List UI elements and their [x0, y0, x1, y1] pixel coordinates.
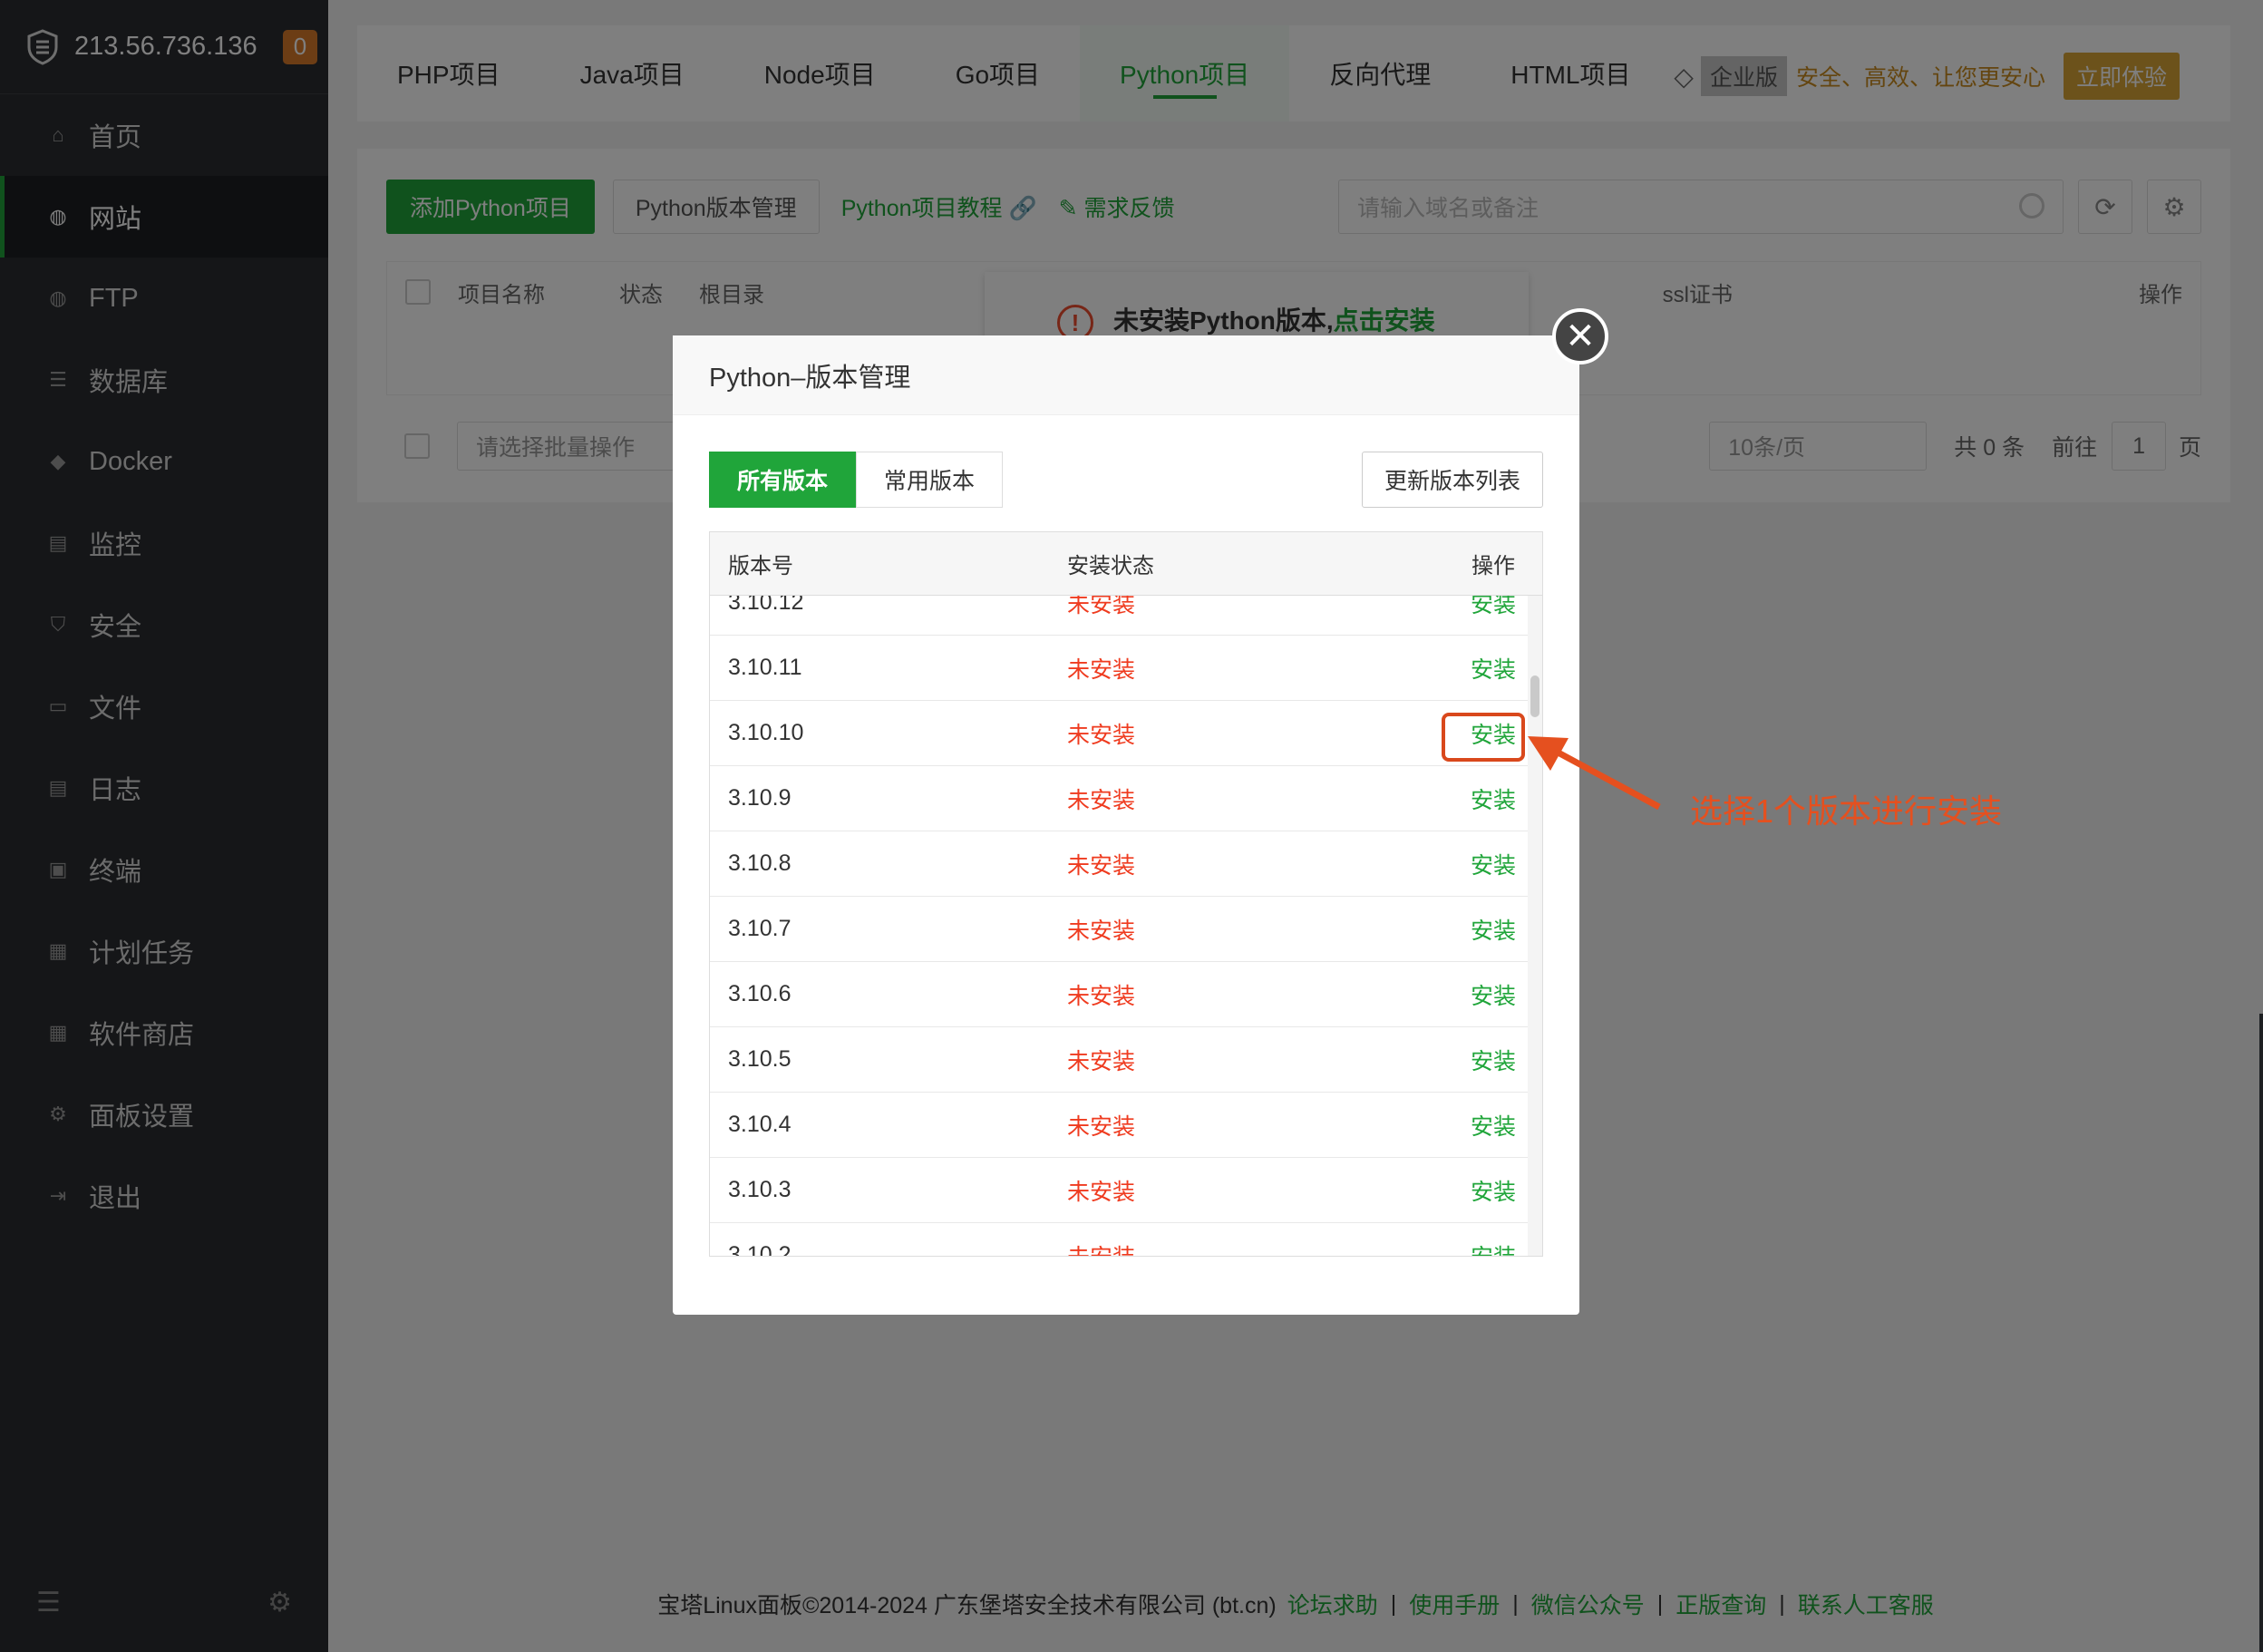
table-row: 3.10.3 未安装 安装 — [710, 1158, 1529, 1223]
status-cell: 未安装 — [1067, 1113, 1136, 1140]
version-table-body: 3.10.12 未安装 安装 3.10.11 未安装 安装 3.10.10 未安装 安装 3.10… — [710, 570, 1529, 1257]
version-cell: 3.10.10 — [728, 720, 804, 745]
install-button[interactable]: 安装 — [1394, 652, 1529, 685]
status-cell: 未安装 — [1067, 983, 1136, 1009]
table-row: 3.10.7 未安装 安装 — [710, 897, 1529, 962]
col-action: 操作 — [1471, 554, 1515, 578]
common-versions-tab[interactable]: 常用版本 — [856, 452, 1004, 508]
col-install-status: 安装状态 — [1067, 554, 1154, 578]
version-cell: 3.10.4 — [728, 1112, 792, 1137]
table-row: 3.10.11 未安装 安装 — [710, 636, 1529, 701]
status-cell: 未安装 — [1067, 1048, 1136, 1074]
install-button[interactable]: 安装 — [1394, 1174, 1529, 1207]
version-cell: 3.10.7 — [728, 916, 792, 941]
refresh-version-list-button[interactable]: 更新版本列表 — [1361, 452, 1543, 508]
table-row: 3.10.6 未安装 安装 — [710, 962, 1529, 1027]
table-scrollbar[interactable] — [1528, 596, 1542, 1256]
close-icon[interactable]: ✕ — [1552, 308, 1608, 364]
table-row: 3.10.9 未安装 安装 — [710, 766, 1529, 831]
status-cell: 未安装 — [1067, 1239, 1394, 1257]
status-cell: 未安装 — [1067, 852, 1136, 879]
status-cell: 未安装 — [1067, 722, 1136, 748]
status-cell: 未安装 — [1067, 656, 1136, 683]
status-cell: 未安装 — [1067, 787, 1136, 813]
install-button[interactable]: 安装 — [1394, 1239, 1529, 1257]
all-versions-tab[interactable]: 所有版本 — [709, 452, 857, 508]
table-row: 3.10.2 未安装安装 — [710, 1223, 1529, 1257]
version-cell: 3.10.6 — [728, 981, 792, 1006]
page-edge — [2259, 1014, 2263, 1652]
version-table: 版本号 安装状态 操作 3.10.12 未安装 安装 3.10.11 未安装 安装 3.10… — [709, 531, 1543, 1257]
table-row: 3.10.4 未安装 安装 — [710, 1093, 1529, 1158]
version-cell: 3.10.2 — [728, 1242, 792, 1257]
table-row: 3.10.8 未安装 安装 — [710, 831, 1529, 897]
version-filter: 所有版本 常用版本 — [709, 452, 1004, 508]
install-button[interactable]: 安装 — [1394, 1044, 1529, 1076]
scroll-thumb[interactable] — [1530, 675, 1539, 717]
python-version-modal: Python–版本管理 所有版本 常用版本 更新版本列表 版本号 安装状态 操作… — [673, 335, 1579, 1315]
install-button[interactable]: 安装 — [1394, 913, 1529, 946]
version-cell: 3.10.3 — [728, 1177, 792, 1202]
col-version: 版本号 — [728, 554, 793, 578]
version-cell: 3.10.5 — [728, 1046, 792, 1072]
install-highlight-box — [1442, 713, 1525, 762]
install-button[interactable]: 安装 — [1394, 782, 1529, 815]
modal-title: Python–版本管理 — [673, 335, 1579, 415]
version-cell: 3.10.9 — [728, 785, 792, 811]
install-button[interactable]: 安装 — [1394, 848, 1529, 880]
status-cell: 未安装 — [1067, 1179, 1136, 1205]
install-button[interactable]: 安装 — [1394, 1109, 1529, 1142]
annotation-arrow-icon — [1528, 736, 1661, 811]
table-row: 3.10.10 未安装 安装 — [710, 701, 1529, 766]
version-table-header: 版本号 安装状态 操作 — [710, 532, 1542, 596]
status-cell: 未安装 — [1067, 918, 1136, 944]
version-cell: 3.10.11 — [728, 655, 802, 680]
install-button[interactable]: 安装 — [1394, 978, 1529, 1011]
version-cell: 3.10.8 — [728, 850, 792, 876]
annotation-text: 选择1个版本进行安装 — [1690, 792, 2003, 830]
table-row: 3.10.5 未安装 安装 — [710, 1027, 1529, 1093]
